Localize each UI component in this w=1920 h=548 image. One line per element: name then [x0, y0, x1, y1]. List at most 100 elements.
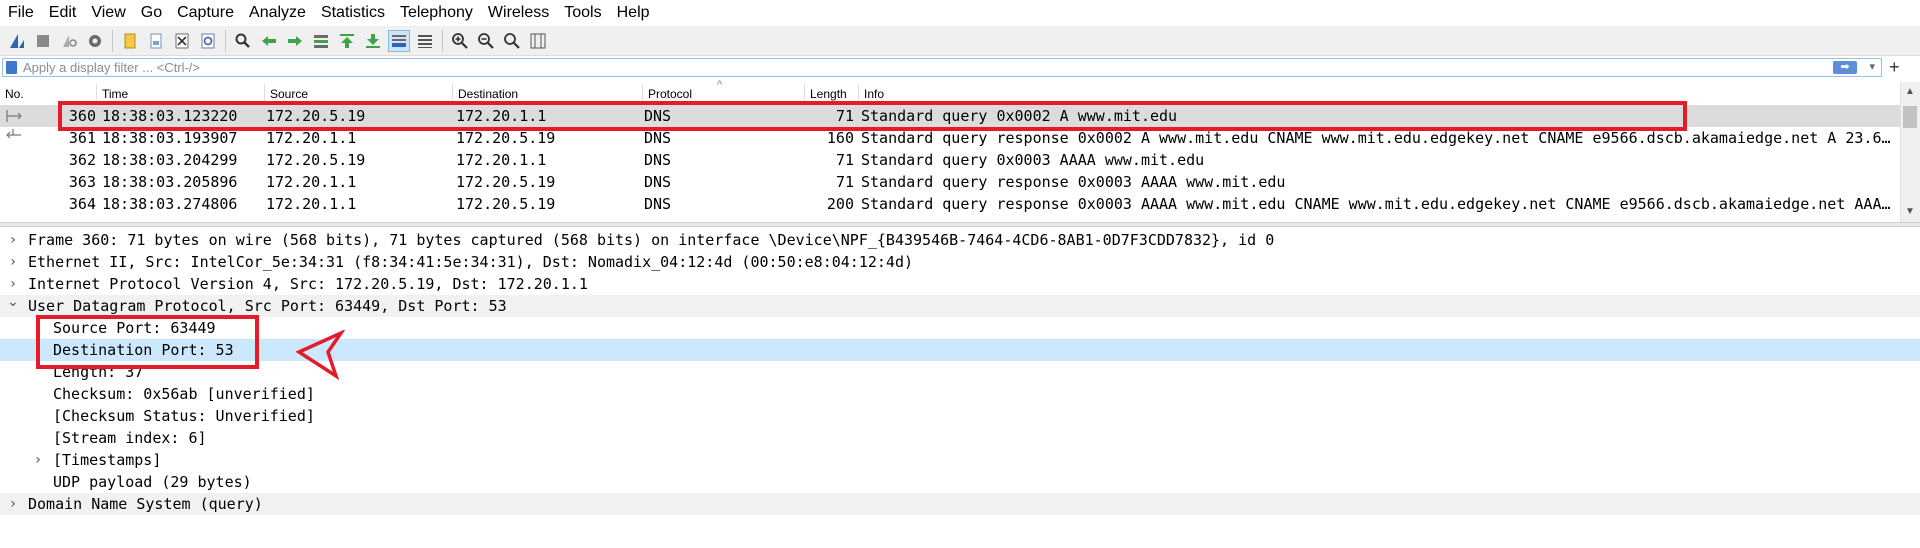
toolbar-separator [112, 29, 113, 52]
scrollbar-thumb[interactable] [1903, 106, 1917, 128]
packet-source: 172.20.5.19 [266, 107, 366, 125]
detail-checksum-status-text: [Checksum Status: Unverified] [53, 407, 315, 425]
column-header-time[interactable]: Time [97, 84, 265, 102]
main-toolbar [0, 26, 1920, 56]
detail-payload-text: UDP payload (29 bytes) [53, 473, 252, 491]
menu-bar: File Edit View Go Capture Analyze Statis… [0, 0, 1920, 26]
collapse-chevron-icon[interactable]: ⌄ [6, 291, 20, 313]
resize-columns-icon[interactable] [527, 30, 549, 52]
detail-timestamps-row[interactable]: › [Timestamps] [0, 449, 1920, 471]
expand-chevron-icon[interactable]: › [6, 493, 20, 515]
packet-length: 71 [835, 173, 854, 191]
column-header-protocol[interactable]: Protocol [643, 84, 805, 102]
detail-payload-row[interactable]: UDP payload (29 bytes) [0, 471, 1920, 493]
packet-row[interactable]: 361 18:38:03.193907 172.20.1.1 172.20.5.… [0, 127, 1900, 149]
filter-dropdown-icon[interactable]: ▾ [1869, 59, 1875, 76]
zoom-in-icon[interactable] [449, 30, 471, 52]
menu-go[interactable]: Go [133, 0, 169, 26]
menu-edit[interactable]: Edit [41, 0, 84, 26]
packet-info: Standard query response 0x0003 AAAA www.… [861, 195, 1891, 213]
packet-destination: 172.20.5.19 [456, 129, 556, 147]
close-file-icon[interactable] [171, 30, 193, 52]
packet-info: Standard query response 0x0003 AAAA www.… [861, 173, 1286, 191]
menu-help[interactable]: Help [609, 0, 657, 26]
detail-checksum-text: Checksum: 0x56ab [unverified] [53, 385, 315, 403]
detail-ethernet-row[interactable]: › Ethernet II, Src: IntelCor_5e:34:31 (f… [0, 251, 1920, 273]
scroll-down-icon[interactable]: ▼ [1905, 206, 1915, 217]
column-header-length[interactable]: Length [805, 84, 859, 102]
column-header-info[interactable]: Info [859, 84, 1900, 102]
packet-row[interactable]: 362 18:38:03.204299 172.20.5.19 172.20.1… [0, 149, 1900, 171]
menu-telephony[interactable]: Telephony [392, 0, 480, 26]
packet-time: 18:38:03.204299 [102, 151, 238, 169]
detail-length-row[interactable]: Length: 37 [0, 361, 1920, 383]
detail-dns-row[interactable]: › Domain Name System (query) [0, 493, 1920, 515]
detail-ip-text: Internet Protocol Version 4, Src: 172.20… [28, 275, 588, 293]
detail-length-text: Length: 37 [53, 363, 144, 381]
detail-stream-index-row[interactable]: [Stream index: 6] [0, 427, 1920, 449]
menu-view[interactable]: View [83, 0, 132, 26]
zoom-out-icon[interactable] [475, 30, 497, 52]
column-header-source[interactable]: Source [265, 84, 453, 102]
open-file-icon[interactable] [119, 30, 141, 52]
column-header-destination[interactable]: Destination [453, 84, 643, 102]
packet-length: 160 [826, 129, 854, 147]
detail-ip-row[interactable]: › Internet Protocol Version 4, Src: 172.… [0, 273, 1920, 295]
packet-destination: 172.20.1.1 [456, 107, 547, 125]
expand-chevron-icon[interactable]: › [31, 449, 45, 471]
packet-no: 360 [68, 107, 96, 125]
detail-src-port-text: Source Port: 63449 [53, 319, 216, 337]
packet-no: 361 [68, 129, 96, 147]
packet-details-pane: › Frame 360: 71 bytes on wire (568 bits)… [0, 229, 1920, 548]
packet-source: 172.20.5.19 [266, 151, 366, 169]
menu-file[interactable]: File [0, 0, 41, 26]
detail-dst-port-row[interactable]: Destination Port: 53 [0, 339, 1920, 361]
first-packet-icon[interactable] [336, 30, 358, 52]
packet-protocol: DNS [644, 107, 672, 125]
detail-checksum-status-row[interactable]: [Checksum Status: Unverified] [0, 405, 1920, 427]
packet-info: Standard query 0x0003 AAAA www.mit.edu [861, 151, 1205, 169]
menu-wireless[interactable]: Wireless [480, 0, 556, 26]
add-filter-button[interactable]: + [1889, 57, 1900, 77]
go-forward-icon[interactable] [284, 30, 306, 52]
detail-dst-port-text: Destination Port: 53 [53, 341, 234, 359]
packet-row[interactable]: 363 18:38:03.205896 172.20.1.1 172.20.5.… [0, 171, 1900, 193]
restart-icon[interactable] [58, 30, 80, 52]
display-filter-input[interactable] [23, 59, 1823, 76]
column-header-no[interactable]: No. [0, 84, 97, 102]
menu-analyze[interactable]: Analyze [241, 0, 313, 26]
last-packet-icon[interactable] [362, 30, 384, 52]
packet-row[interactable]: 360 18:38:03.123220 172.20.5.19 172.20.1… [0, 105, 1900, 127]
pane-splitter[interactable] [0, 222, 1920, 227]
go-back-icon[interactable] [258, 30, 280, 52]
bookmark-icon[interactable] [6, 61, 17, 74]
expand-chevron-icon[interactable]: › [6, 251, 20, 273]
autoscroll-icon[interactable] [388, 29, 410, 52]
zoom-normal-icon[interactable] [501, 30, 523, 52]
expand-chevron-icon[interactable]: › [6, 229, 20, 251]
packet-length: 200 [826, 195, 854, 213]
packet-protocol: DNS [644, 173, 672, 191]
options-gear-icon[interactable] [84, 30, 106, 52]
detail-ethernet-text: Ethernet II, Src: IntelCor_5e:34:31 (f8:… [28, 253, 914, 271]
detail-udp-row[interactable]: ⌄ User Datagram Protocol, Src Port: 6344… [0, 294, 1920, 317]
packet-list: No. Time Source Destination Protocol Len… [0, 79, 1920, 222]
go-to-packet-icon[interactable] [310, 30, 332, 52]
detail-frame-row[interactable]: › Frame 360: 71 bytes on wire (568 bits)… [0, 229, 1920, 251]
menu-statistics[interactable]: Statistics [313, 0, 392, 26]
packet-list-scrollbar[interactable]: ▲ ▼ [1900, 82, 1920, 222]
stop-icon[interactable] [32, 30, 54, 52]
detail-src-port-row[interactable]: Source Port: 63449 [0, 317, 1920, 339]
detail-checksum-row[interactable]: Checksum: 0x56ab [unverified] [0, 383, 1920, 405]
colorize-icon[interactable] [414, 30, 436, 52]
apply-filter-arrow-icon[interactable]: ➡ [1833, 61, 1857, 74]
reload-icon[interactable] [197, 30, 219, 52]
menu-tools[interactable]: Tools [556, 0, 608, 26]
menu-capture[interactable]: Capture [169, 0, 241, 26]
find-icon[interactable] [232, 30, 254, 52]
packet-protocol: DNS [644, 129, 672, 147]
packet-row[interactable]: 364 18:38:03.274806 172.20.1.1 172.20.5.… [0, 193, 1900, 215]
shark-fin-icon[interactable] [6, 30, 28, 52]
save-file-icon[interactable] [145, 30, 167, 52]
scroll-up-icon[interactable]: ▲ [1905, 86, 1915, 97]
